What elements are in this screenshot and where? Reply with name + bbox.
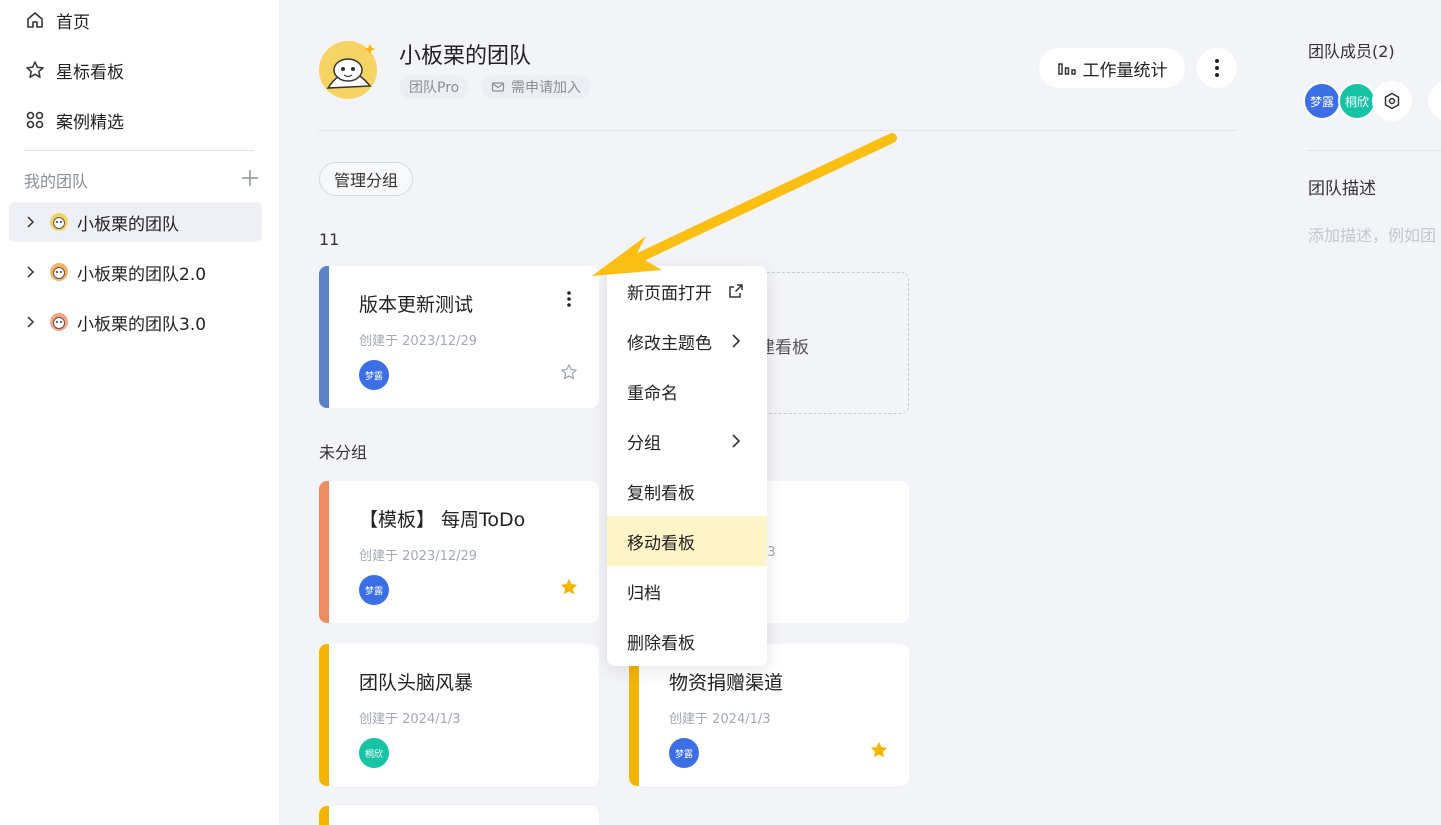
menu-move-board[interactable]: 移动看板	[607, 516, 767, 566]
team-description-field[interactable]: 添加描述，例如团	[1308, 222, 1436, 246]
avatar: 桐欣	[359, 738, 389, 768]
team-members-label: 团队成员(2)	[1308, 42, 1395, 61]
nav-cases[interactable]: 案例精选	[24, 105, 124, 135]
menu-rename[interactable]: 重命名	[607, 366, 767, 416]
menu-item-label: 修改主题色	[627, 333, 712, 354]
external-link-icon	[727, 282, 745, 300]
avatar: 梦露	[359, 575, 389, 605]
team-avatar-icon	[49, 312, 69, 332]
sidebar-team-1[interactable]: 小板栗的团队	[9, 202, 262, 242]
menu-group[interactable]: 分组	[607, 416, 767, 466]
board-card[interactable]	[319, 806, 599, 825]
board-context-menu: 新页面打开 修改主题色 重命名 分组 复制看板 移动看板 归档 删除看板	[607, 266, 767, 666]
team-description-label: 团队描述	[1308, 179, 1376, 199]
menu-item-label: 分组	[627, 433, 661, 454]
star-toggle[interactable]	[869, 740, 889, 760]
board-accent	[319, 481, 329, 623]
sidebar-team-label: 小板栗的团队2.0	[77, 264, 207, 285]
sidebar-team-label: 小板栗的团队3.0	[77, 314, 207, 335]
team-avatar-icon	[49, 212, 69, 232]
menu-delete-board[interactable]: 删除看板	[607, 616, 767, 666]
home-icon	[24, 9, 46, 31]
chevron-right-icon[interactable]	[23, 315, 37, 329]
chevron-right-icon[interactable]	[23, 215, 37, 229]
grid-icon	[24, 109, 46, 131]
workload-stats-button[interactable]: 工作量统计	[1039, 48, 1185, 88]
more-vertical-icon	[1215, 59, 1219, 77]
team-more-button[interactable]	[1197, 48, 1237, 88]
team-avatar-icon	[49, 262, 69, 282]
sidebar-divider	[24, 150, 254, 151]
header-divider	[318, 130, 1237, 131]
board-more-button[interactable]	[559, 288, 579, 310]
star-filled-icon	[561, 579, 577, 594]
join-policy-badge[interactable]: 需申请加入	[481, 75, 591, 99]
board-title: 物资捐赠渠道	[669, 672, 784, 694]
avatar: 梦露	[669, 738, 699, 768]
board-accent	[319, 644, 329, 786]
star-filled-icon	[871, 742, 887, 757]
avatar: 梦露	[359, 360, 389, 390]
menu-copy-board[interactable]: 复制看板	[607, 466, 767, 516]
sidebar-team-3[interactable]: 小板栗的团队3.0	[9, 302, 262, 342]
add-member-button[interactable]	[1428, 81, 1441, 121]
join-policy-label: 需申请加入	[511, 80, 581, 96]
star-toggle[interactable]	[559, 362, 579, 382]
mail-icon	[491, 80, 505, 94]
member-avatar[interactable]: 梦露	[1303, 82, 1341, 120]
board-accent	[319, 266, 329, 408]
board-card[interactable]: 团队头脑风暴 创建于 2024/1/3 桐欣	[319, 644, 599, 786]
right-panel-divider	[1306, 150, 1441, 151]
chevron-right-icon	[727, 332, 745, 350]
star-icon	[24, 59, 46, 81]
plus-icon	[242, 170, 258, 186]
menu-archive[interactable]: 归档	[607, 566, 767, 616]
board-title: 版本更新测试	[359, 294, 474, 316]
group-label: 未分组	[319, 443, 368, 462]
board-card[interactable]: 【模板】 每周ToDo 创建于 2023/12/29 梦露	[319, 481, 599, 623]
nav-cases-label: 案例精选	[56, 112, 124, 133]
menu-item-label: 移动看板	[627, 533, 695, 554]
add-team-button[interactable]	[240, 168, 260, 188]
board-title: 【模板】 每周ToDo	[359, 509, 526, 531]
board-card[interactable]: 版本更新测试 创建于 2023/12/29 梦露	[319, 266, 599, 408]
star-outline-icon	[561, 364, 577, 380]
nav-starred[interactable]: 星标看板	[24, 55, 124, 85]
team-avatar	[318, 38, 380, 100]
board-created-date: 创建于 2023/12/29	[359, 334, 478, 349]
manage-groups-button[interactable]: 管理分组	[319, 162, 414, 196]
menu-theme-color[interactable]: 修改主题色	[607, 316, 767, 366]
chevron-right-icon	[727, 432, 745, 450]
star-toggle[interactable]	[559, 577, 579, 597]
member-avatar[interactable]: 桐欣	[1338, 82, 1376, 120]
settings-icon	[1384, 92, 1400, 110]
workload-stats-label: 工作量统计	[1082, 60, 1168, 81]
plan-badge: 团队Pro	[399, 75, 470, 99]
sidebar: 首页 星标看板 案例精选 我的团队 小板栗的团队 小板栗的团队2.0 小板栗的团…	[0, 0, 279, 825]
menu-item-label: 删除看板	[627, 633, 695, 654]
board-title: 团队头脑风暴	[359, 672, 474, 694]
sidebar-team-2[interactable]: 小板栗的团队2.0	[9, 252, 262, 292]
group-label: 11	[319, 230, 340, 249]
board-created-date: 创建于 2024/1/3	[359, 712, 461, 727]
sidebar-team-label: 小板栗的团队	[77, 214, 179, 235]
menu-open-new-page[interactable]: 新页面打开	[607, 266, 767, 316]
board-created-date: 创建于 2023/12/29	[359, 549, 478, 564]
chevron-right-icon[interactable]	[23, 265, 37, 279]
nav-home-label: 首页	[56, 12, 90, 33]
board-accent	[319, 806, 329, 825]
board-created-date: 创建于 2024/1/3	[669, 712, 771, 727]
nav-starred-label: 星标看板	[56, 62, 124, 83]
nav-home[interactable]: 首页	[24, 5, 90, 35]
member-settings-button[interactable]	[1372, 81, 1412, 121]
menu-item-label: 新页面打开	[627, 283, 712, 304]
my-teams-label: 我的团队	[24, 172, 89, 191]
page-title: 小板栗的团队	[399, 44, 532, 69]
more-vertical-icon	[567, 291, 571, 307]
menu-item-label: 复制看板	[627, 483, 695, 504]
menu-item-label: 重命名	[627, 383, 678, 404]
menu-item-label: 归档	[627, 583, 661, 604]
bar-chart-icon	[1057, 60, 1077, 76]
